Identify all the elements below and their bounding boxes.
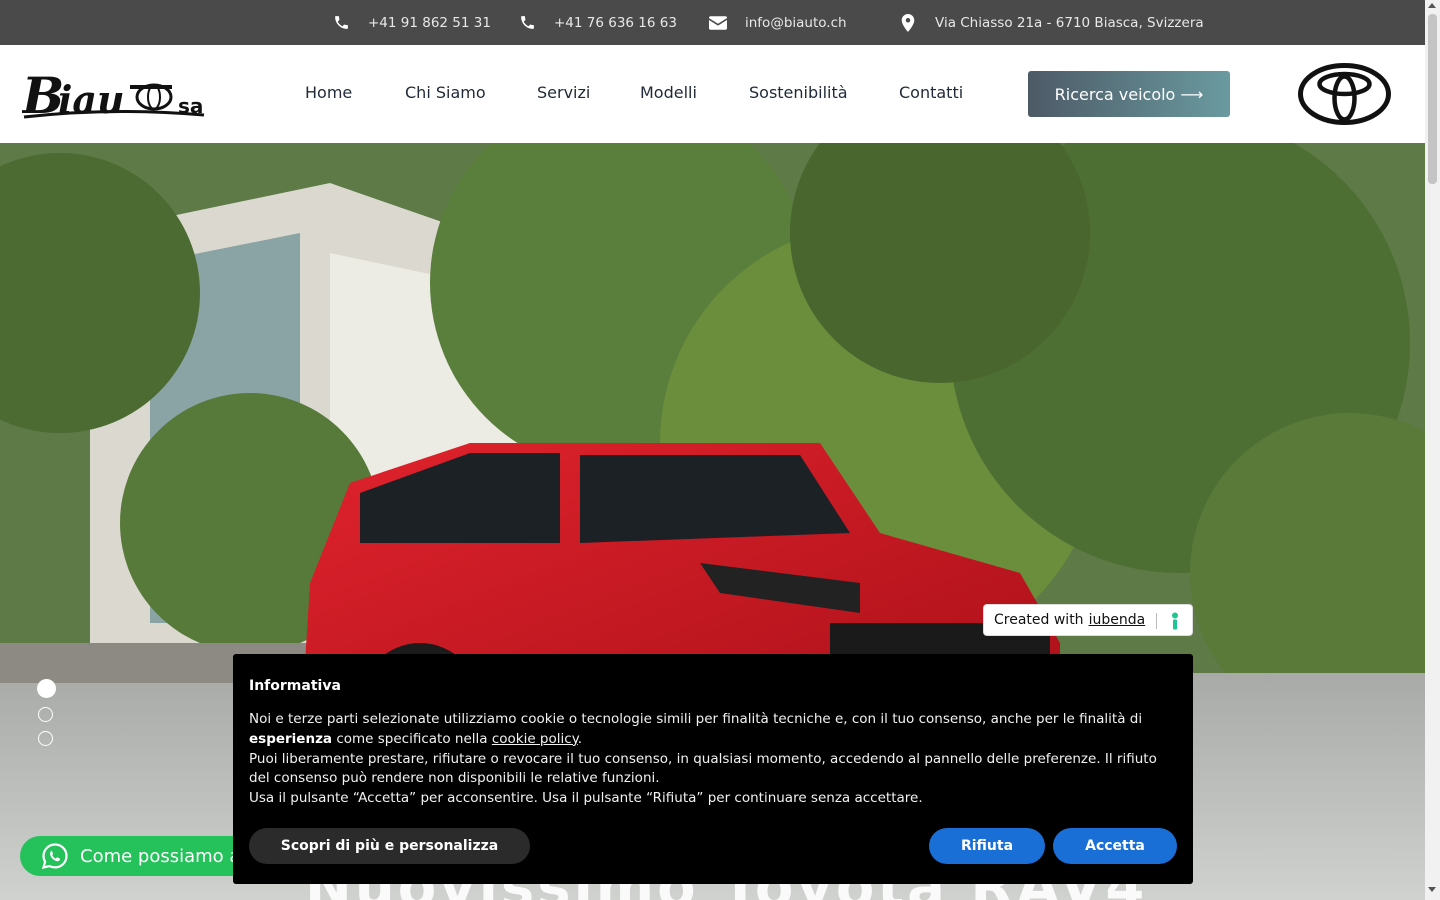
nav-servizi[interactable]: Servizi [537, 83, 590, 102]
cookie-text: Noi e terze parti selezionate utilizziam… [249, 710, 1179, 809]
phone-1[interactable]: +41 91 862 51 31 [332, 0, 491, 45]
toyota-logo[interactable] [1298, 63, 1391, 125]
address-link[interactable]: Via Chiasso 21a - 6710 Biasca, Svizzera [899, 0, 1204, 45]
nav-modelli[interactable]: Modelli [640, 83, 697, 102]
svg-text:sa: sa [178, 94, 203, 118]
cookie-text-2: Puoi liberamente prestare, rifiutare o r… [249, 750, 1157, 787]
cookie-text-3: Usa il pulsante “Accetta” per acconsenti… [249, 790, 923, 807]
iubenda-badge[interactable]: Created with iubenda [983, 604, 1193, 636]
iubenda-badge-text: Created with [994, 612, 1084, 628]
nav-contatti[interactable]: Contatti [899, 83, 963, 102]
badge-divider [1156, 613, 1157, 629]
nav-chi-siamo[interactable]: Chi Siamo [405, 83, 486, 102]
envelope-icon [709, 14, 727, 32]
page-scrollbar[interactable] [1425, 0, 1440, 900]
slider-dot-1[interactable] [37, 679, 56, 698]
main-header: B iau sa Home Chi Siamo Servizi Modelli … [0, 45, 1425, 143]
cookie-text-1a: Noi e terze parti selezionate utilizziam… [249, 711, 1143, 727]
nav-home[interactable]: Home [305, 83, 352, 102]
cookie-policy-link[interactable]: cookie policy [492, 731, 578, 747]
email-text: info@biauto.ch [745, 14, 847, 31]
whatsapp-chat-button[interactable]: Come possiamo aiutarti? [20, 836, 260, 876]
iubenda-icon [1170, 612, 1180, 630]
cookie-consent-banner: Informativa Noi e terze parti selezionat… [233, 654, 1193, 884]
slider-dot-2[interactable] [38, 707, 53, 722]
accept-button[interactable]: Accetta [1053, 828, 1177, 864]
phone-2-text: +41 76 636 16 63 [554, 14, 677, 31]
reject-button[interactable]: Rifiuta [929, 828, 1045, 864]
cookie-text-bold: esperienza [249, 730, 333, 747]
learn-more-customize-button[interactable]: Scopri di più e personalizza [249, 828, 530, 864]
cookie-text-1c: . [577, 730, 583, 747]
scroll-up-arrow-icon[interactable] [1428, 3, 1436, 8]
top-contact-bar: +41 91 862 51 31 +41 76 636 16 63 info@b… [0, 0, 1425, 45]
biauto-logo[interactable]: B iau sa [20, 66, 208, 125]
scrollbar-thumb[interactable] [1428, 14, 1437, 184]
address-text: Via Chiasso 21a - 6710 Biasca, Svizzera [935, 14, 1204, 31]
search-vehicle-button[interactable]: Ricerca veicolo ⟶ [1028, 71, 1230, 117]
cookie-title: Informativa [249, 678, 341, 694]
email-link[interactable]: info@biauto.ch [709, 0, 847, 45]
whatsapp-icon [41, 843, 68, 870]
iubenda-link[interactable]: iubenda [1089, 612, 1146, 628]
map-pin-icon [899, 13, 917, 32]
cookie-text-1b: come specificato nella [336, 730, 488, 747]
phone-1-text: +41 91 862 51 31 [368, 14, 491, 31]
nav-sostenibilita[interactable]: Sostenibilità [749, 83, 848, 102]
phone-icon [332, 14, 350, 32]
phone-2[interactable]: +41 76 636 16 63 [518, 0, 677, 45]
slider-dot-3[interactable] [38, 731, 53, 746]
phone-icon [518, 14, 536, 32]
scroll-down-arrow-icon[interactable] [1428, 887, 1436, 892]
